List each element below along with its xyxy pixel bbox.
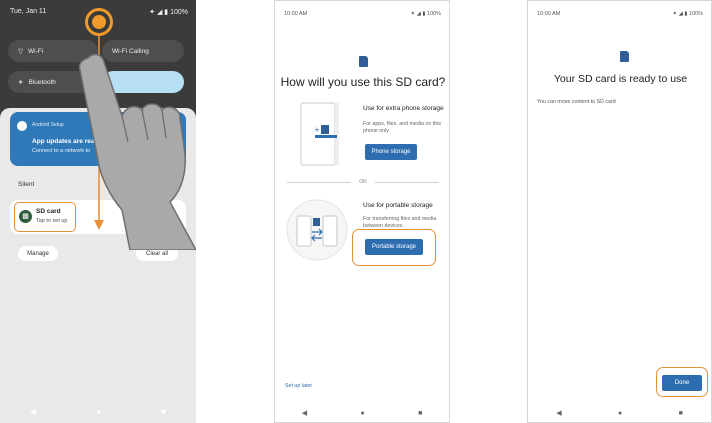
sd-setup-choice-screen: 10:00 AM ✦ ◢ ▮ 100% How will you use thi…	[274, 0, 450, 423]
recents-icon[interactable]: ■	[418, 410, 422, 417]
hand-gesture-icon	[78, 53, 196, 250]
back-icon[interactable]: ◀	[556, 409, 561, 417]
status-bar: 10:00 AM ✦ ◢ ▮ 100%	[537, 11, 703, 17]
extra-storage-option-desc: For apps, files, and media on this phone…	[363, 121, 442, 135]
extra-storage-option-title: Use for extra phone storage	[363, 105, 444, 112]
divider	[287, 182, 351, 183]
status-bar: 10:00 AM ✦ ◢ ▮ 100%	[284, 11, 441, 17]
portable-storage-illustration-icon	[286, 199, 348, 261]
home-icon[interactable]: ●	[360, 410, 364, 417]
or-separator: OR	[359, 179, 367, 185]
done-button-highlight	[656, 367, 708, 397]
svg-text:+: +	[314, 126, 320, 134]
ready-description: You can move content to SD card	[537, 99, 616, 105]
notification-shade-screen: Tue, Jan 11 ✦ ◢ ▮ 100% ▽ Wi-Fi Wi-Fi Cal…	[0, 0, 196, 423]
touch-point-icon	[85, 8, 113, 36]
sd-card-icon	[359, 56, 368, 67]
divider	[375, 182, 439, 183]
status-time: 10:00 AM	[537, 11, 561, 17]
sd-ready-screen: 10:00 AM ✦ ◢ ▮ 100% Your SD card is read…	[527, 0, 712, 423]
page-title: Your SD card is ready to use	[553, 73, 688, 85]
page-title: How will you use this SD card?	[280, 75, 446, 89]
portable-storage-highlight	[352, 229, 436, 266]
home-icon[interactable]: ●	[618, 410, 622, 417]
sd-card-icon	[620, 51, 629, 62]
status-icons: ✦ ◢ ▮ 100%	[672, 11, 703, 17]
portable-storage-option-title: Use for portable storage	[363, 202, 433, 209]
set-up-later-link[interactable]: Set up later	[285, 383, 312, 389]
phone-storage-illustration-icon: +	[300, 102, 339, 166]
phone-storage-button[interactable]: Phone storage	[365, 144, 417, 160]
status-time: 10:00 AM	[284, 11, 308, 17]
navigation-bar: ◀ ● ■	[275, 403, 449, 422]
back-icon[interactable]: ◀	[302, 409, 307, 417]
status-icons: ✦ ◢ ▮ 100%	[410, 11, 441, 17]
recents-icon[interactable]: ■	[679, 410, 683, 417]
navigation-bar: ◀ ● ■	[528, 403, 711, 422]
